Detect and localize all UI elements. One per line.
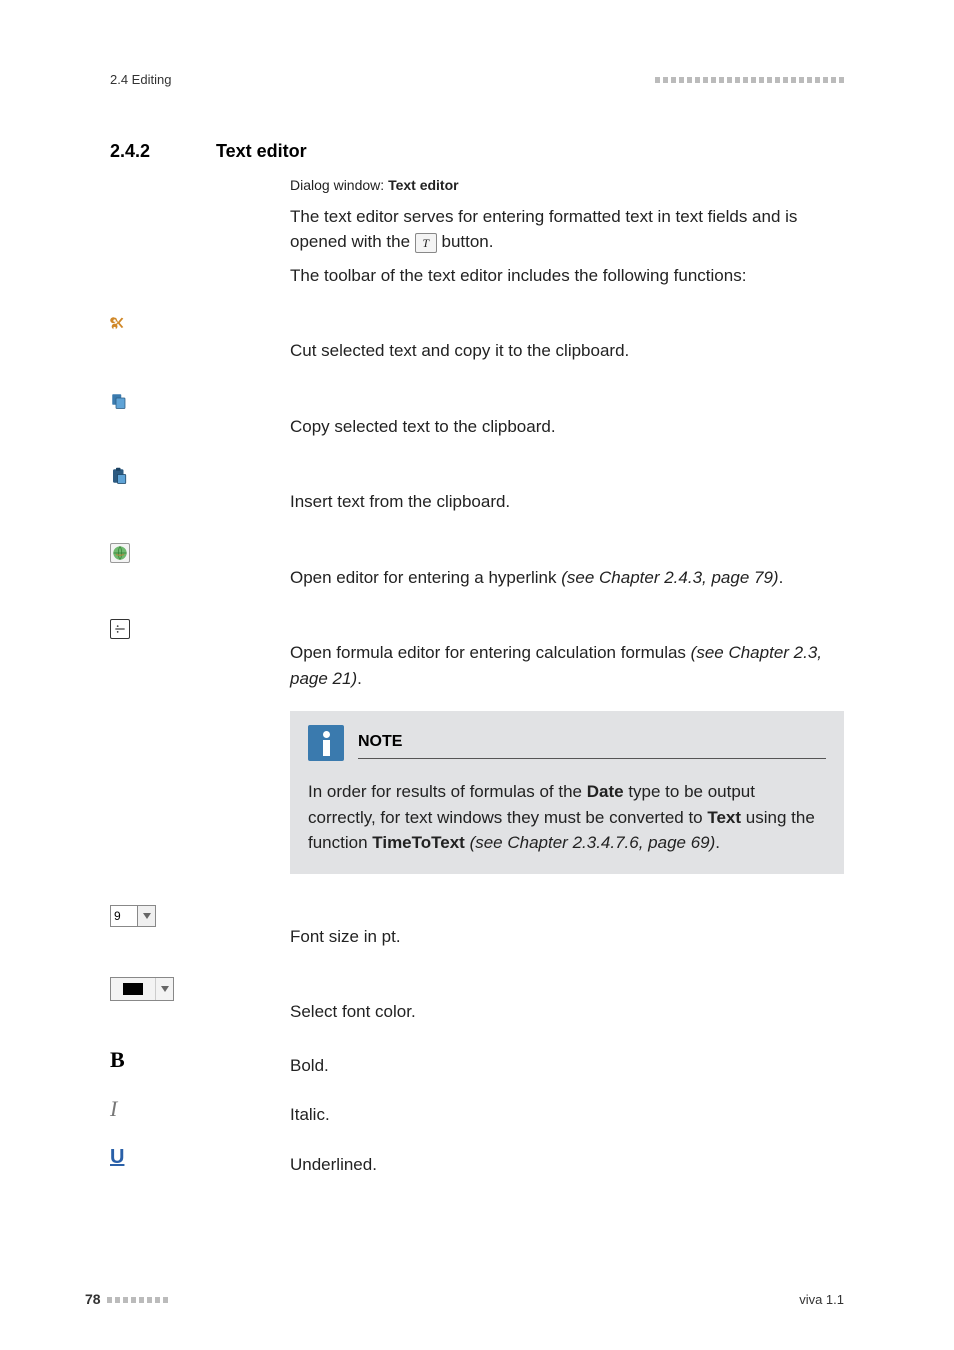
header-decoration xyxy=(655,77,844,83)
chevron-down-icon xyxy=(155,978,173,1000)
note-title: NOTE xyxy=(358,733,402,750)
font-size-dropdown[interactable]: 9 xyxy=(110,905,156,927)
intro-para-1: The text editor serves for entering form… xyxy=(290,204,844,255)
paste-icon xyxy=(110,467,128,485)
hyperlink-icon xyxy=(110,543,130,563)
note-box: NOTE In order for results of formulas of… xyxy=(290,711,844,874)
dialog-window-line: Dialog window: Text editor xyxy=(290,175,844,196)
cut-description: Cut selected text and copy it to the cli… xyxy=(290,316,844,364)
bold-icon: B xyxy=(110,1043,125,1076)
text-editor-open-button-icon: T xyxy=(415,233,437,253)
section-title: Text editor xyxy=(216,138,307,165)
page-header: 2.4 Editing xyxy=(110,70,844,90)
info-icon xyxy=(308,725,344,761)
paste-description: Insert text from the clipboard. xyxy=(290,467,844,515)
hyperlink-description: Open editor for entering a hyperlink (se… xyxy=(290,543,844,591)
font-color-dropdown[interactable] xyxy=(110,977,174,1001)
intro-para-2: The toolbar of the text editor includes … xyxy=(290,263,844,289)
formula-icon xyxy=(110,619,130,639)
scissors-icon xyxy=(110,316,130,336)
underline-icon: U xyxy=(110,1142,124,1172)
copy-description: Copy selected text to the clipboard. xyxy=(290,392,844,440)
font-color-description: Select font color. xyxy=(290,977,844,1025)
font-size-description: Font size in pt. xyxy=(290,902,844,950)
font-size-value: 9 xyxy=(111,906,137,926)
formula-description: Open formula editor for entering calcula… xyxy=(290,618,844,691)
copy-icon xyxy=(110,392,128,410)
chevron-down-icon xyxy=(137,906,155,926)
italic-icon: I xyxy=(110,1092,117,1125)
underline-description: Underlined. xyxy=(290,1142,844,1178)
breadcrumb: 2.4 Editing xyxy=(110,70,171,90)
product-name: viva 1.1 xyxy=(799,1290,844,1310)
color-swatch xyxy=(111,978,155,1000)
footer-decoration xyxy=(107,1297,168,1303)
italic-description: Italic. xyxy=(290,1092,844,1128)
note-body: In order for results of formulas of the … xyxy=(308,779,826,856)
section-heading: 2.4.2 Text editor xyxy=(110,138,844,165)
page-footer: 78 viva 1.1 xyxy=(85,1289,844,1310)
bold-description: Bold. xyxy=(290,1043,844,1079)
section-number: 2.4.2 xyxy=(110,138,200,165)
page-number: 78 xyxy=(85,1289,101,1310)
